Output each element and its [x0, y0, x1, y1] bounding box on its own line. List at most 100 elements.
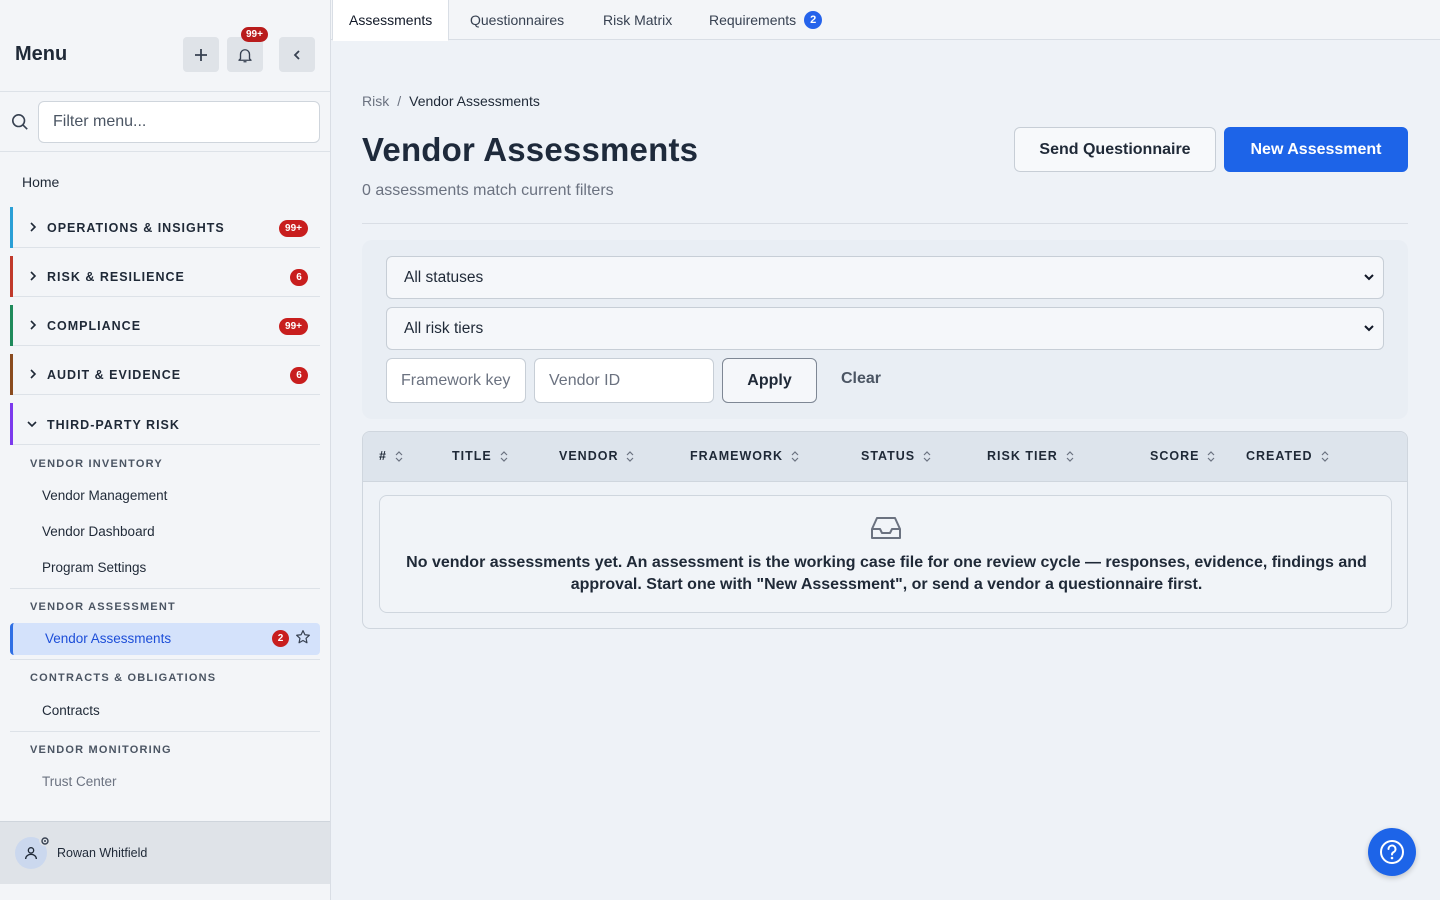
- column-header-risk-tier[interactable]: RISK TIER: [987, 449, 1074, 463]
- section-color-bar: [10, 403, 13, 445]
- section-risk-resilience[interactable]: RISK & RESILIENCE 6: [10, 256, 320, 297]
- chevron-right-icon: [30, 320, 37, 330]
- section-third-party-risk[interactable]: THIRD-PARTY RISK: [10, 403, 320, 445]
- sort-icon: [1066, 450, 1074, 462]
- sidebar-item-contracts[interactable]: Contracts: [42, 703, 100, 718]
- inbox-icon: [871, 517, 901, 539]
- section-label: AUDIT & EVIDENCE: [47, 368, 182, 382]
- group-vendor-monitoring: VENDOR MONITORING: [30, 744, 172, 756]
- chevron-right-icon: [30, 271, 37, 281]
- column-label: TITLE: [452, 449, 492, 463]
- status-select-value: All statuses: [404, 268, 484, 286]
- help-icon: [1380, 840, 1404, 864]
- empty-state-message: No vendor assessments yet. An assessment…: [406, 554, 1367, 593]
- framework-key-input[interactable]: Framework key: [386, 358, 526, 403]
- chevron-down-icon: [1364, 325, 1374, 332]
- section-compliance[interactable]: COMPLIANCE 99+: [10, 305, 320, 346]
- breadcrumb-current: Vendor Assessments: [409, 93, 540, 109]
- section-color-bar: [10, 354, 13, 395]
- vendor-id-input[interactable]: Vendor ID: [534, 358, 714, 403]
- vendor-id-placeholder: Vendor ID: [549, 371, 621, 389]
- column-header-number[interactable]: #: [379, 449, 403, 463]
- search-icon: [11, 113, 28, 130]
- section-count-badge: 6: [290, 269, 308, 286]
- chevron-right-icon: [30, 222, 37, 232]
- column-label: FRAMEWORK: [690, 449, 784, 463]
- page-subtitle: 0 assessments match current filters: [362, 182, 614, 199]
- section-count-badge: 6: [290, 367, 308, 384]
- divider: [10, 588, 320, 589]
- sidebar-item-count-badge: 2: [272, 630, 289, 647]
- help-button[interactable]: [1368, 828, 1416, 876]
- sort-icon: [791, 450, 799, 462]
- sort-icon: [1321, 450, 1328, 462]
- sidebar-item-label: Vendor Assessments: [45, 631, 172, 646]
- column-header-score[interactable]: SCORE: [1150, 449, 1215, 463]
- sidebar-item-vendor-management[interactable]: Vendor Management: [42, 488, 167, 503]
- sidebar: Menu 99+ Home OPERATIONS & INSIGHTS 99+ …: [0, 0, 331, 900]
- table-header: # TITLE VENDOR FRAMEWORK STATUS RISK TIE…: [363, 432, 1407, 482]
- collapse-sidebar-button[interactable]: [279, 37, 315, 72]
- section-audit-evidence[interactable]: AUDIT & EVIDENCE 6: [10, 354, 320, 395]
- column-header-framework[interactable]: FRAMEWORK: [690, 449, 799, 463]
- tab-label: Risk Matrix: [603, 12, 673, 28]
- section-label: RISK & RESILIENCE: [47, 270, 185, 284]
- filter-panel: All statuses All risk tiers Framework ke…: [362, 240, 1408, 419]
- section-count-badge: 99+: [279, 220, 308, 237]
- sidebar-item-vendor-dashboard[interactable]: Vendor Dashboard: [42, 524, 155, 539]
- column-label: VENDOR: [559, 449, 619, 463]
- tab-count-badge: 2: [804, 11, 823, 29]
- column-label: CREATED: [1246, 449, 1313, 463]
- top-tabs: Assessments Questionnaires Risk Matrix R…: [331, 0, 1440, 41]
- add-button[interactable]: [183, 37, 219, 72]
- column-label: RISK TIER: [987, 449, 1058, 463]
- plus-icon: [195, 48, 207, 61]
- tab-requirements[interactable]: Requirements 2: [709, 0, 823, 40]
- section-color-bar: [10, 256, 13, 297]
- user-name[interactable]: Rowan Whitfield: [57, 846, 147, 860]
- avatar[interactable]: [15, 834, 51, 869]
- tab-label: Requirements: [709, 12, 797, 28]
- risk-tier-select[interactable]: All risk tiers: [386, 307, 1384, 350]
- gear-icon: [39, 834, 51, 846]
- page-title: Vendor Assessments: [362, 131, 699, 168]
- sidebar-item-program-settings[interactable]: Program Settings: [42, 560, 146, 575]
- clear-button[interactable]: Clear: [841, 370, 881, 388]
- notifications-badge: 99+: [241, 27, 268, 42]
- filter-menu-input[interactable]: [38, 101, 320, 143]
- chevron-right-icon: [30, 369, 37, 379]
- sidebar-item-vendor-assessments[interactable]: Vendor Assessments 2: [10, 623, 320, 655]
- sidebar-item-home[interactable]: Home: [22, 174, 59, 190]
- sidebar-footer: Rowan Whitfield: [0, 821, 330, 884]
- column-header-title[interactable]: TITLE: [452, 449, 508, 463]
- chevron-down-icon: [1364, 274, 1374, 281]
- sort-icon: [1208, 450, 1215, 462]
- empty-state: No vendor assessments yet. An assessment…: [379, 495, 1392, 613]
- column-header-created[interactable]: CREATED: [1246, 449, 1329, 463]
- divider: [10, 731, 320, 732]
- section-count-badge: 99+: [279, 318, 308, 335]
- section-label: COMPLIANCE: [47, 319, 142, 333]
- tab-risk-matrix[interactable]: Risk Matrix: [603, 0, 672, 40]
- framework-key-placeholder: Framework key: [401, 371, 511, 389]
- apply-button[interactable]: Apply: [722, 358, 817, 403]
- new-assessment-button[interactable]: New Assessment: [1224, 127, 1408, 172]
- section-color-bar: [10, 305, 13, 346]
- status-select[interactable]: All statuses: [386, 256, 1384, 299]
- tab-questionnaires[interactable]: Questionnaires: [470, 0, 564, 40]
- send-questionnaire-button[interactable]: Send Questionnaire: [1014, 127, 1216, 172]
- group-vendor-inventory: VENDOR INVENTORY: [30, 458, 163, 470]
- sort-icon: [627, 450, 634, 462]
- breadcrumb: Risk / Vendor Assessments: [362, 93, 540, 109]
- section-operations-insights[interactable]: OPERATIONS & INSIGHTS 99+: [10, 207, 320, 248]
- sidebar-item-trust-center[interactable]: Trust Center: [42, 774, 117, 789]
- divider: [362, 223, 1408, 224]
- breadcrumb-parent[interactable]: Risk: [362, 93, 389, 109]
- star-icon[interactable]: [295, 629, 311, 645]
- tab-label: Assessments: [349, 12, 433, 28]
- tab-assessments[interactable]: Assessments: [332, 0, 450, 41]
- notifications-button[interactable]: 99+: [227, 27, 268, 72]
- column-header-vendor[interactable]: VENDOR: [559, 449, 634, 463]
- tab-label: Questionnaires: [470, 12, 565, 28]
- column-header-status[interactable]: STATUS: [861, 449, 931, 463]
